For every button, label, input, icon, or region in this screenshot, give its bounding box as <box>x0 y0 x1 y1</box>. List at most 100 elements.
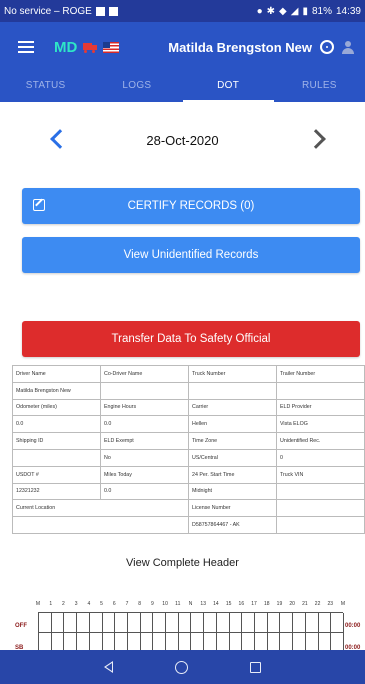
clock: 14:39 <box>335 5 361 17</box>
table-cell <box>276 499 365 518</box>
carrier-text: No service – ROGE <box>4 5 92 17</box>
transfer-data-label: Transfer Data To Safety Official <box>111 333 271 345</box>
table-row: 12321232 0.0 Midnight <box>12 482 365 501</box>
location-icon: ● <box>256 5 263 17</box>
table-cell: ELD Provider <box>276 398 365 417</box>
hour-label: 14 <box>213 601 219 607</box>
table-cell: Truck VIN <box>276 465 365 484</box>
table-cell <box>276 516 365 534</box>
hour-label: 15 <box>225 601 232 607</box>
table-cell: 0.0 <box>100 482 189 501</box>
notification-icon <box>95 6 105 16</box>
transfer-data-button[interactable]: Transfer Data To Safety Official <box>22 321 360 357</box>
home-icon[interactable] <box>175 660 188 674</box>
unidentified-records-label: View Unidentified Records <box>123 249 259 261</box>
table-cell: 0 <box>276 448 365 467</box>
hour-label: 4 <box>87 601 91 607</box>
table-cell: Miles Today <box>100 465 189 484</box>
edit-icon <box>33 199 45 211</box>
battery-icon: ▮ <box>302 5 308 17</box>
status-right: ● ✱ ◆ ◢ ▮ 81% 14:39 <box>257 6 361 17</box>
app-header: MD Matilda Brengston New <box>0 22 365 72</box>
truck-icon <box>83 42 98 53</box>
table-row: Current Location License Number <box>12 499 365 518</box>
table-cell <box>276 381 365 400</box>
table-row: Driver Name Co-Driver Name Truck Number … <box>12 365 365 383</box>
table-cell: Vista ELOG <box>276 415 365 434</box>
view-complete-header-link[interactable]: View Complete Header <box>0 557 365 569</box>
table-cell <box>188 381 277 400</box>
certify-records-button[interactable]: CERTIFY RECORDS (0) <box>22 188 360 224</box>
date-navigator: 28-Oct-2020 <box>0 120 365 160</box>
md-label: MD <box>54 38 78 56</box>
table-cell: 0.0 <box>12 415 101 434</box>
table-row: No US/Central 0 <box>12 448 365 467</box>
table-cell: Truck Number <box>188 365 277 383</box>
hour-label: 3 <box>74 601 78 607</box>
hour-label: 22 <box>314 601 321 607</box>
wifi-icon: ◆ <box>279 5 287 17</box>
view-unidentified-records-button[interactable]: View Unidentified Records <box>22 237 360 273</box>
table-cell: 12321232 <box>12 482 101 501</box>
table-cell: Shipping ID <box>12 432 101 450</box>
hour-label: 9 <box>150 601 154 607</box>
hour-label: 8 <box>138 601 142 607</box>
hour-label: M <box>340 601 346 607</box>
hour-label: N <box>188 601 193 607</box>
tab-status[interactable]: STATUS <box>0 72 91 102</box>
hour-label: 5 <box>100 601 103 607</box>
tab-dot[interactable]: DOT <box>182 72 274 102</box>
table-cell: Time Zone <box>188 432 277 450</box>
grid-row-line <box>39 632 344 633</box>
table-cell: ELD Exempt <box>100 432 189 450</box>
table-cell: Odometer (miles) <box>12 398 101 417</box>
signal-icon: ◢ <box>290 5 299 17</box>
hour-label: 13 <box>200 601 206 607</box>
table-cell: Hellen <box>188 415 277 434</box>
hour-label: 19 <box>276 601 283 607</box>
table-row: 0.0 0.0 Hellen Vista ELOG <box>12 415 365 434</box>
table-row: Shipping ID ELD Exempt Time Zone Unident… <box>12 432 365 450</box>
table-cell: No <box>100 448 189 467</box>
bluetooth-icon: ✱ <box>266 5 276 17</box>
person-icon[interactable] <box>342 40 355 54</box>
tab-rules[interactable]: RULES <box>274 72 365 102</box>
table-cell: 24 Per. Start Time <box>188 465 277 484</box>
hour-label: 21 <box>302 601 308 607</box>
table-cell: US/Central <box>188 448 277 467</box>
hour-label: 20 <box>289 601 295 607</box>
menu-icon[interactable] <box>18 41 34 53</box>
table-cell <box>100 381 189 400</box>
log-header-table: Driver Name Co-Driver Name Truck Number … <box>12 365 365 534</box>
hour-label: 17 <box>251 601 257 607</box>
recent-apps-icon[interactable] <box>250 661 261 673</box>
hour-label: 2 <box>62 601 65 607</box>
table-cell: License Number <box>188 499 277 518</box>
steering-wheel-icon[interactable] <box>320 40 334 54</box>
table-cell: 0.0 <box>100 415 189 434</box>
table-cell <box>12 516 189 534</box>
driver-name: Matilda Brengston New <box>168 39 312 55</box>
hour-label: 23 <box>327 601 334 607</box>
status-bar: No service – ROGE ● ✱ ◆ ◢ ▮ 81% 14:39 <box>0 0 365 22</box>
hour-label: 1 <box>49 601 53 607</box>
table-cell: D58757864467 - AK <box>188 516 277 534</box>
duty-status-grid <box>38 612 344 651</box>
table-row: Matilda Brengston New <box>12 381 365 400</box>
back-icon[interactable] <box>104 661 113 673</box>
table-cell: Co-Driver Name <box>100 365 189 383</box>
table-cell: Carrier <box>188 398 277 417</box>
hour-label: 16 <box>238 601 245 607</box>
tab-logs[interactable]: LOGS <box>91 72 182 102</box>
grid-hour-labels: M 1 2 3 4 5 6 7 8 9 10 11 N 13 14 15 16 17 18 19 20 21 22 23 M <box>0 601 365 611</box>
hour-label: 6 <box>112 601 116 607</box>
table-row: D58757864467 - AK <box>12 516 365 534</box>
table-row: Odometer (miles) Engine Hours Carrier EL… <box>12 398 365 417</box>
table-cell: Engine Hours <box>100 398 189 417</box>
certify-records-label: CERTIFY RECORDS (0) <box>127 200 255 212</box>
table-cell: Midnight <box>188 482 277 501</box>
hour-label: 7 <box>125 601 129 607</box>
table-cell: Unidentified Rec. <box>276 432 365 450</box>
table-cell: Matilda Brengston New <box>12 381 101 400</box>
tab-bar: STATUS LOGS DOT RULES <box>0 72 365 102</box>
